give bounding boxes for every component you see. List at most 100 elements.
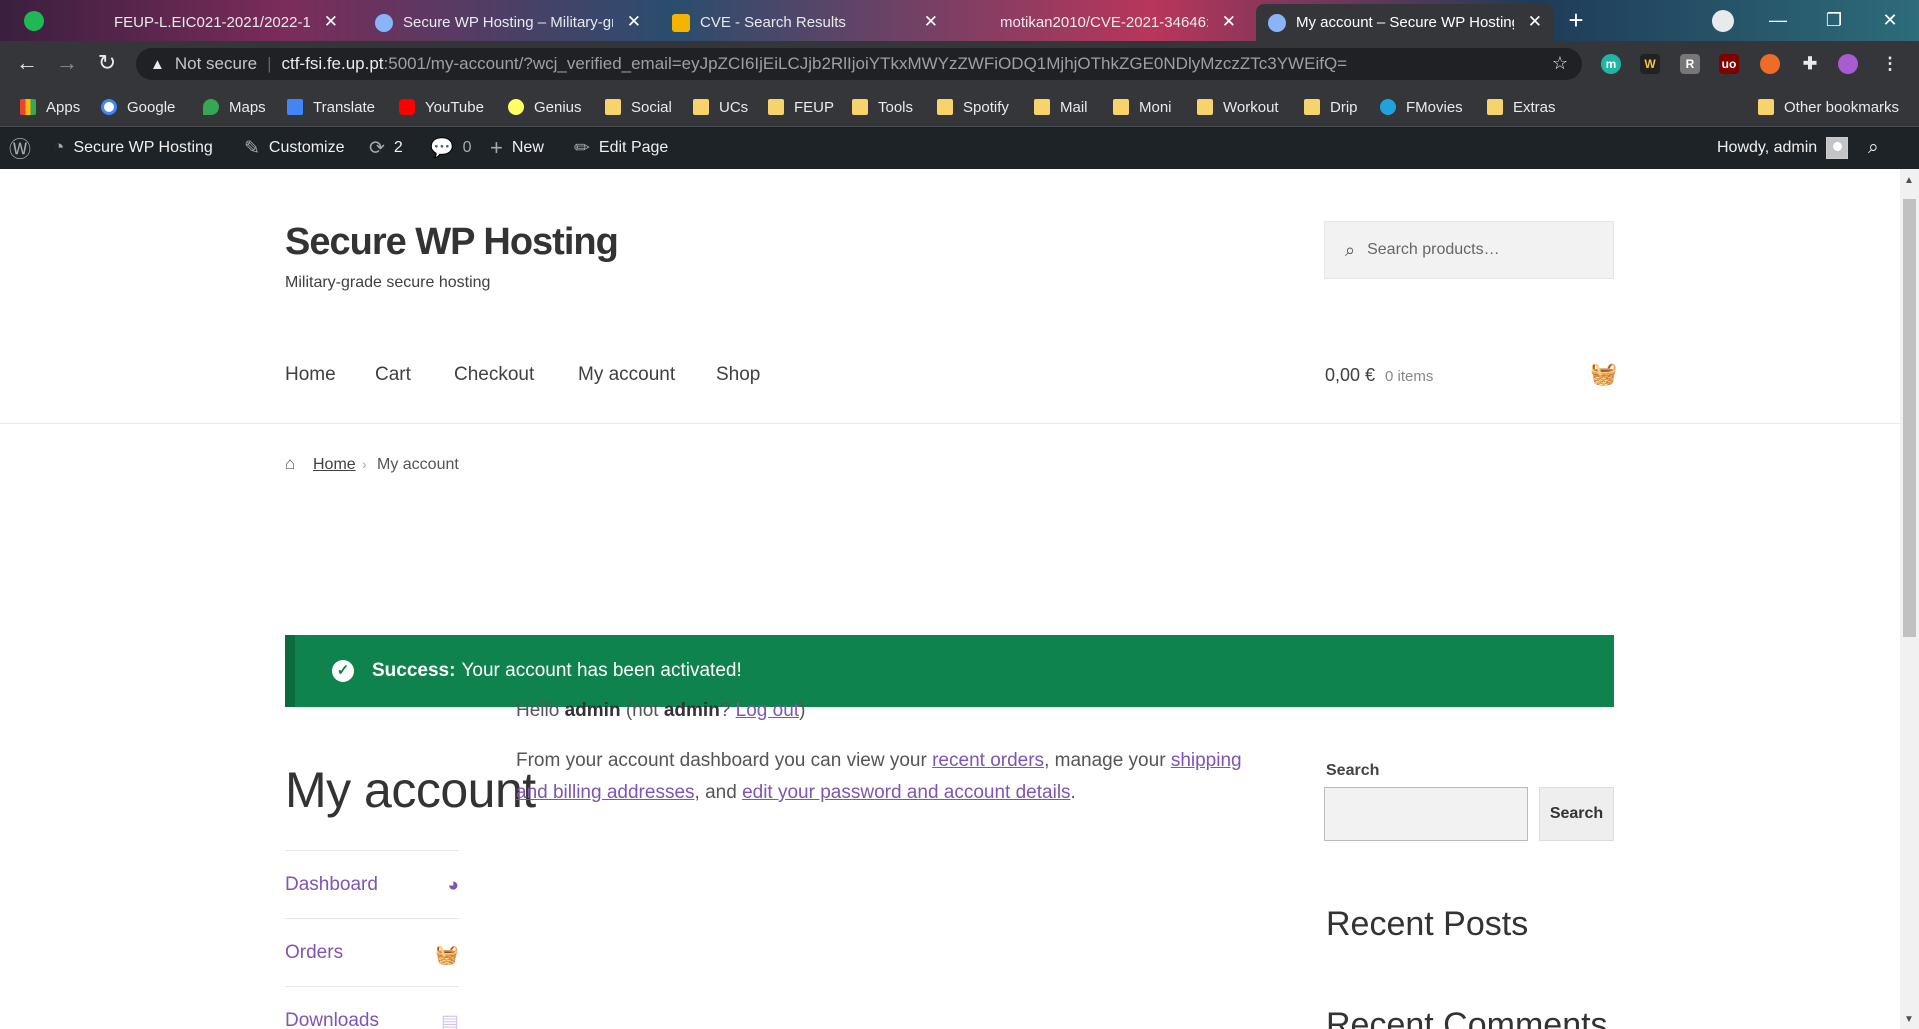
cart-amount[interactable]: 0,00 € [1325, 365, 1375, 386]
admin-customize[interactable]: ✎ Customize [244, 127, 345, 169]
bookmark-social[interactable]: Social [605, 97, 672, 117]
bookmark-tools[interactable]: Tools [852, 97, 913, 117]
tab-title: CVE - Search Results [700, 14, 846, 31]
tab-cve[interactable]: CVE - Search Results ✕ [660, 4, 950, 41]
bookmark-workout[interactable]: Workout [1197, 97, 1279, 117]
account-nav-dashboard[interactable]: Dashboard ◕ [285, 850, 459, 918]
bookmark-spotify[interactable]: Spotify [937, 97, 1009, 117]
account-nav-label: Downloads [285, 1009, 379, 1029]
extension-w-icon[interactable]: W [1640, 54, 1660, 74]
recent-orders-link[interactable]: recent orders [932, 750, 1044, 771]
play-icon [1380, 99, 1396, 115]
folder-icon [937, 99, 953, 115]
bookmark-fmovies[interactable]: FMovies [1380, 97, 1463, 117]
admin-updates[interactable]: ⟳ 2 [369, 127, 403, 169]
tab-my-account[interactable]: My account – Secure WP Hosting ✕ [1256, 4, 1554, 41]
admin-my-account[interactable]: Howdy, admin [1717, 127, 1849, 169]
logout-link[interactable]: Log out [736, 700, 799, 721]
bookmark-google[interactable]: Google [101, 97, 175, 117]
bookmark-translate[interactable]: Translate [287, 97, 375, 117]
other-bookmarks[interactable]: Other bookmarks [1758, 97, 1899, 117]
tab-github[interactable]: motikan2010/CVE-2021-34646: C ✕ [958, 4, 1248, 41]
nav-shop[interactable]: Shop [716, 364, 760, 386]
nav-cart[interactable]: Cart [375, 364, 411, 386]
close-icon[interactable]: ✕ [1528, 12, 1542, 32]
scroll-down-arrow-icon[interactable]: ▼ [1904, 1014, 1914, 1025]
bookmark-apps[interactable]: Apps [20, 97, 80, 117]
breadcrumb-separator-icon: › [362, 456, 367, 472]
bookmark-star-icon[interactable]: ☆ [1552, 53, 1568, 74]
admin-new[interactable]: + New [490, 127, 544, 169]
bookmark-label: Moni [1139, 98, 1172, 116]
ublock-icon[interactable]: uo [1719, 54, 1739, 74]
bookmark-maps[interactable]: Maps [203, 97, 266, 117]
widget-search-input[interactable] [1324, 787, 1528, 841]
product-search-input[interactable]: ⌕ Search products… [1324, 221, 1614, 279]
admin-edit-page[interactable]: ✏ Edit Page [574, 127, 668, 169]
bookmark-label: UCs [719, 98, 749, 116]
tab-search-icon[interactable] [1712, 10, 1734, 32]
browser-toolbar: ← → ↻ ▲ Not secure | ctf-fsi.fe.up.pt:50… [0, 41, 1919, 87]
bookmark-feup[interactable]: FEUP [768, 97, 834, 117]
admin-comments[interactable]: 💬 0 [430, 127, 472, 169]
extension-m-icon[interactable]: m [1601, 54, 1621, 74]
tab-ctf[interactable]: FEUP-L.EIC021-2021/2022-1S: CTF ✕ [60, 4, 350, 41]
tab-secure-wp[interactable]: Secure WP Hosting – Military-grade ✕ [363, 4, 653, 41]
bookmark-mail[interactable]: Mail [1034, 97, 1088, 117]
wp-logo-menu[interactable]: Ⓦ [9, 127, 40, 169]
tab-title: motikan2010/CVE-2021-34646: C [1000, 14, 1208, 31]
profile-avatar-icon[interactable] [1838, 54, 1858, 74]
nav-my-account[interactable]: My account [578, 364, 675, 386]
account-nav-downloads[interactable]: Downloads ▤ [285, 986, 459, 1029]
breadcrumb-home-link[interactable]: Home [313, 456, 356, 474]
close-icon[interactable]: ✕ [324, 12, 338, 32]
close-icon[interactable]: ✕ [1222, 12, 1236, 32]
page-scrollbar[interactable]: ▲ ▼ [1900, 169, 1919, 1029]
plus-icon: + [490, 135, 503, 160]
nav-home[interactable]: Home [285, 364, 336, 386]
close-icon[interactable]: ✕ [627, 12, 641, 32]
nav-checkout[interactable]: Checkout [454, 364, 534, 386]
paintbrush-icon: ✎ [244, 137, 260, 159]
site-title[interactable]: Secure WP Hosting [285, 221, 619, 264]
extension-drop-icon[interactable] [1760, 54, 1780, 74]
shopping-basket-icon[interactable]: 🧺 [1590, 361, 1617, 387]
bookmark-label: FEUP [794, 98, 835, 116]
admin-site-name[interactable]: ◔ Secure WP Hosting [53, 127, 213, 169]
bookmark-youtube[interactable]: YouTube [399, 97, 484, 117]
wp-admin-bar: Ⓦ ◔ Secure WP Hosting ✎ Customize ⟳ 2 💬 0 + N… [0, 127, 1919, 169]
widget-search-button[interactable]: Search [1539, 787, 1614, 841]
bookmarks-bar: Apps Google Maps Translate YouTube Geniu… [0, 87, 1919, 127]
comments-count: 0 [462, 139, 472, 156]
extension-r-icon[interactable]: R [1680, 54, 1700, 74]
scroll-up-arrow-icon[interactable]: ▲ [1904, 175, 1914, 186]
admin-search[interactable]: ⌕ [1868, 127, 1888, 169]
close-window-icon[interactable]: ✕ [1862, 0, 1918, 41]
comment-bubble-icon: 💬 [430, 138, 454, 159]
bookmark-ucs[interactable]: UCs [693, 97, 748, 117]
bookmark-moni[interactable]: Moni [1113, 97, 1172, 117]
extensions-puzzle-icon[interactable]: ✚ [1800, 54, 1820, 74]
bookmark-extras[interactable]: Extras [1487, 97, 1556, 117]
account-nav-orders[interactable]: Orders 🧺 [285, 918, 459, 986]
omnibox-separator: | [267, 54, 272, 73]
restore-icon[interactable]: ❐ [1806, 0, 1862, 41]
account-details-link[interactable]: edit your password and account details [742, 782, 1070, 803]
cart-item-count[interactable]: 0 items [1385, 368, 1433, 385]
recent-comments-heading: Recent Comments [1326, 1006, 1608, 1029]
bookmark-drip[interactable]: Drip [1304, 97, 1358, 117]
forward-arrow-icon[interactable]: → [54, 51, 80, 77]
scroll-thumb[interactable] [1903, 199, 1916, 637]
bookmark-genius[interactable]: Genius [508, 97, 582, 117]
minimize-icon[interactable]: — [1750, 0, 1806, 41]
reload-icon[interactable]: ↻ [94, 51, 120, 77]
menu-kebab-icon[interactable]: ⋮ [1880, 54, 1900, 74]
back-arrow-icon[interactable]: ← [14, 51, 40, 77]
new-tab-plus-icon[interactable]: + [1563, 7, 1589, 34]
address-bar[interactable]: ▲ Not secure | ctf-fsi.fe.up.pt:5001/my-… [136, 48, 1582, 80]
url-text: ctf-fsi.fe.up.pt:5001/my-account/?wcj_ve… [281, 54, 1347, 74]
basket-icon: 🧺 [435, 945, 459, 966]
not-prefix: (not [625, 700, 659, 721]
spotify-icon[interactable] [24, 11, 44, 31]
close-icon[interactable]: ✕ [924, 12, 938, 32]
